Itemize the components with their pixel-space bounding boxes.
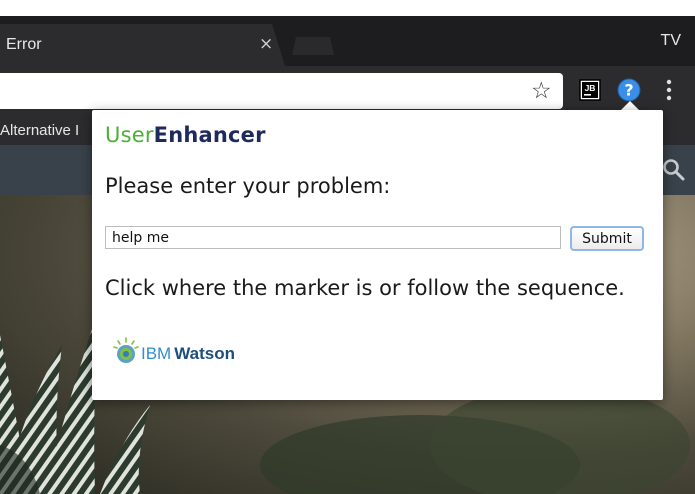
new-tab-button[interactable] xyxy=(292,37,334,55)
browser-tab[interactable]: Error × xyxy=(0,24,285,66)
brand-title-user: User xyxy=(105,123,154,147)
watson-ibm-text: IBM xyxy=(141,344,172,363)
jetbrains-extension-icon[interactable]: JB xyxy=(579,79,601,101)
submit-button[interactable]: Submit xyxy=(570,226,644,251)
help-question-icon[interactable]: ? xyxy=(617,78,641,102)
site-search-icon[interactable] xyxy=(662,158,686,182)
brand-title-enhancer: Enhancer xyxy=(153,123,266,147)
tab-strip: Error × TV xyxy=(0,16,695,66)
address-bar[interactable]: ☆ xyxy=(0,73,563,109)
tab-title: Error xyxy=(6,36,42,53)
problem-input[interactable] xyxy=(105,226,561,249)
watson-wordmark: IBM Watson xyxy=(141,344,235,364)
instruction-text: Click where the marker is or follow the … xyxy=(105,276,625,300)
tab-close-icon[interactable]: × xyxy=(259,35,273,53)
problem-prompt: Please enter your problem: xyxy=(105,174,391,198)
help-icon-text: ? xyxy=(624,81,633,100)
ibm-watson-logo: IBM Watson xyxy=(112,335,252,369)
userenhancer-popup: UserEnhancer Please enter your problem: … xyxy=(92,110,663,400)
profile-label[interactable]: TV xyxy=(661,32,681,50)
jb-icon-text: JB xyxy=(585,83,596,93)
bookmark-item[interactable]: Alternative I xyxy=(0,122,79,139)
brand-title: UserEnhancer xyxy=(105,123,266,147)
watson-name-text: Watson xyxy=(174,344,235,363)
browser-toolbar: ☆ JB ? xyxy=(0,66,695,115)
bookmark-star-icon[interactable]: ☆ xyxy=(531,78,552,104)
popup-pointer xyxy=(621,101,639,110)
watson-globe-icon xyxy=(113,337,139,363)
vertical-dots-menu-icon[interactable] xyxy=(665,78,673,102)
